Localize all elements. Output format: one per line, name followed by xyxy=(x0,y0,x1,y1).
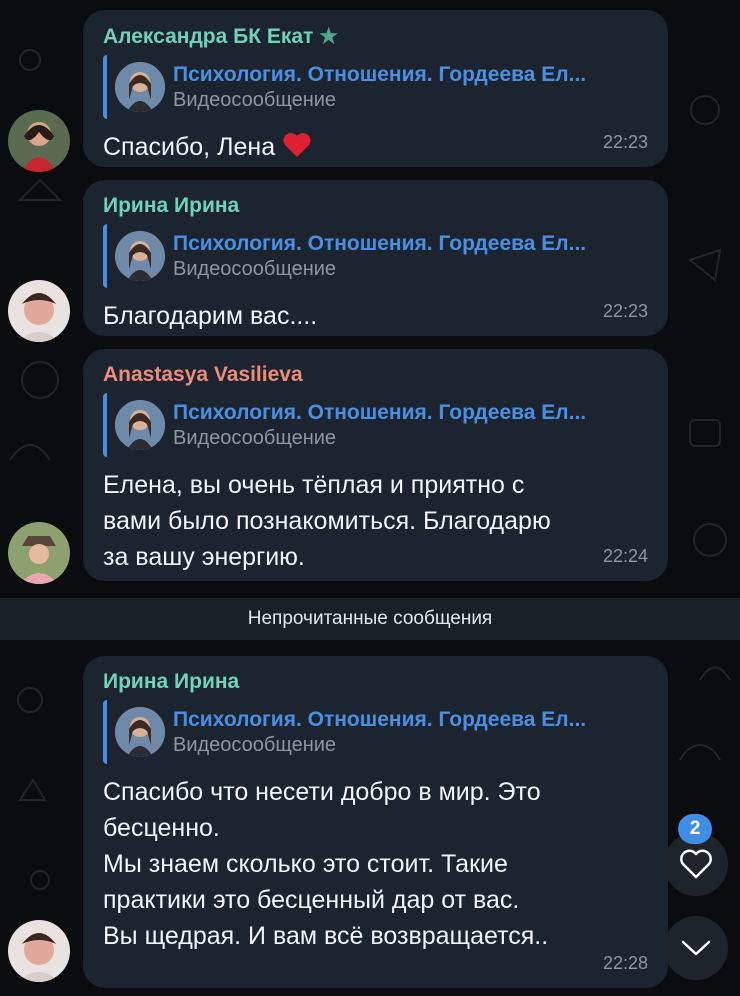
message-time: 22:23 xyxy=(602,301,648,321)
reply-quote[interactable]: Психология. Отношения. Гордеева Ел... Ви… xyxy=(103,224,648,288)
avatar[interactable] xyxy=(8,522,70,584)
message-text: Спасибо, Лена xyxy=(103,129,648,165)
chevron-down-icon xyxy=(681,940,711,956)
message-time: 22:23 xyxy=(602,132,648,152)
reply-quote[interactable]: Психология. Отношения. Гордеева Ел... Ви… xyxy=(103,393,648,457)
heart-outline-icon xyxy=(680,849,712,879)
avatar[interactable] xyxy=(8,920,70,982)
message-time: 22:28 xyxy=(602,953,648,973)
scroll-down-button[interactable] xyxy=(664,916,728,980)
unread-label: Непрочитанные сообщения xyxy=(247,608,493,629)
sender-name[interactable]: Ирина Ирина xyxy=(103,194,648,218)
message-text: Елена, вы очень тёплая и приятно с вами … xyxy=(103,471,551,571)
sender-name[interactable]: Ирина Ирина xyxy=(103,670,648,694)
reply-quote[interactable]: Психология. Отношения. Гордеева Ел... Ви… xyxy=(103,700,648,764)
reply-title: Психология. Отношения. Гордеева Ел... xyxy=(173,231,587,255)
unread-messages-divider: Непрочитанные сообщения xyxy=(0,598,740,640)
message-bubble[interactable]: Ирина Ирина Психология. Отношения. Горде… xyxy=(83,656,668,988)
reply-subtitle: Видеосообщение xyxy=(173,426,337,449)
reply-subtitle: Видеосообщение xyxy=(173,257,337,280)
message-time: 22:24 xyxy=(602,546,648,566)
message-text: Спасибо что несети добро в мир. Это бесц… xyxy=(103,778,549,950)
reply-quote[interactable]: Психология. Отношения. Гордеева Ел... Ви… xyxy=(103,55,648,119)
reply-thumbnail xyxy=(115,231,165,281)
reply-title: Психология. Отношения. Гордеева Ел... xyxy=(173,707,587,731)
message-text: Благодарим вас.... xyxy=(103,302,318,330)
reply-thumbnail xyxy=(115,62,165,112)
reply-title: Психология. Отношения. Гордеева Ел... xyxy=(173,62,587,86)
heart-emoji-icon xyxy=(283,133,311,157)
sender-name[interactable]: Anastasya Vasilieva xyxy=(103,363,648,387)
reply-subtitle: Видеосообщение xyxy=(173,733,337,756)
avatar[interactable] xyxy=(8,280,70,342)
star-icon: ★ xyxy=(319,25,339,48)
reply-thumbnail xyxy=(115,400,165,450)
message-bubble[interactable]: Александра БК Екат ★ Психология. Отношен… xyxy=(83,10,668,167)
reactions-count-badge: 2 xyxy=(678,814,712,844)
sender-name[interactable]: Александра БК Екат ★ xyxy=(103,24,648,49)
reply-thumbnail xyxy=(115,707,165,757)
reply-title: Психология. Отношения. Гордеева Ел... xyxy=(173,400,587,424)
message-bubble[interactable]: Anastasya Vasilieva Психология. Отношени… xyxy=(83,349,668,581)
message-bubble[interactable]: Ирина Ирина Психология. Отношения. Горде… xyxy=(83,180,668,336)
reply-subtitle: Видеосообщение xyxy=(173,88,337,111)
avatar[interactable] xyxy=(8,110,70,172)
